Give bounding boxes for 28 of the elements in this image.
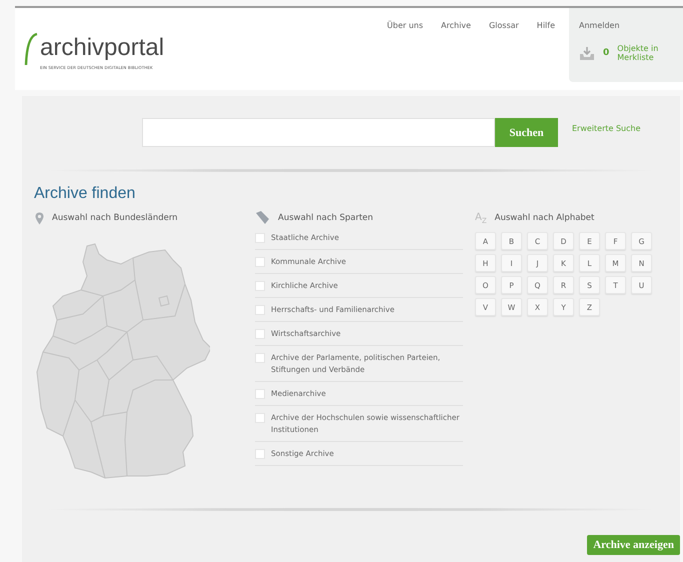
logo-arc-icon xyxy=(24,32,38,66)
search-button[interactable]: Suchen xyxy=(495,118,558,147)
nav-link[interactable]: Glossar xyxy=(488,21,519,35)
advanced-search-link[interactable]: Erweiterte Suche xyxy=(572,124,641,133)
login-link[interactable]: Anmelden xyxy=(579,21,683,30)
nav-link[interactable]: Archive xyxy=(441,21,471,35)
nav-link[interactable]: Hilfe xyxy=(536,21,555,35)
checkbox[interactable] xyxy=(255,353,265,363)
checkbox[interactable] xyxy=(255,389,265,399)
inbox-tray-icon[interactable] xyxy=(579,46,595,60)
checkbox[interactable] xyxy=(255,305,265,315)
nav-link[interactable]: Über uns xyxy=(387,21,424,35)
column-heading: Auswahl nach Bundesländern xyxy=(52,213,178,223)
checkbox[interactable] xyxy=(255,281,265,291)
show-archives-button[interactable]: Archive anzeigen xyxy=(587,535,680,555)
logo-wordmark[interactable]: archivportal xyxy=(40,34,164,62)
checkbox[interactable] xyxy=(255,257,265,267)
checkbox[interactable] xyxy=(255,329,265,339)
column-heading: Auswahl nach Alphabet xyxy=(494,213,594,223)
search-field[interactable] xyxy=(142,118,495,147)
checkbox[interactable] xyxy=(255,449,265,459)
germany-map-drawing[interactable] xyxy=(36,243,210,478)
checkbox[interactable] xyxy=(255,413,265,423)
map-pin-icon xyxy=(35,212,44,224)
watchlist-count: 0 xyxy=(603,48,610,58)
column-heading: Auswahl nach Sparten xyxy=(278,213,374,223)
checkbox[interactable] xyxy=(255,233,265,243)
section-title: Archive finden xyxy=(34,185,136,203)
